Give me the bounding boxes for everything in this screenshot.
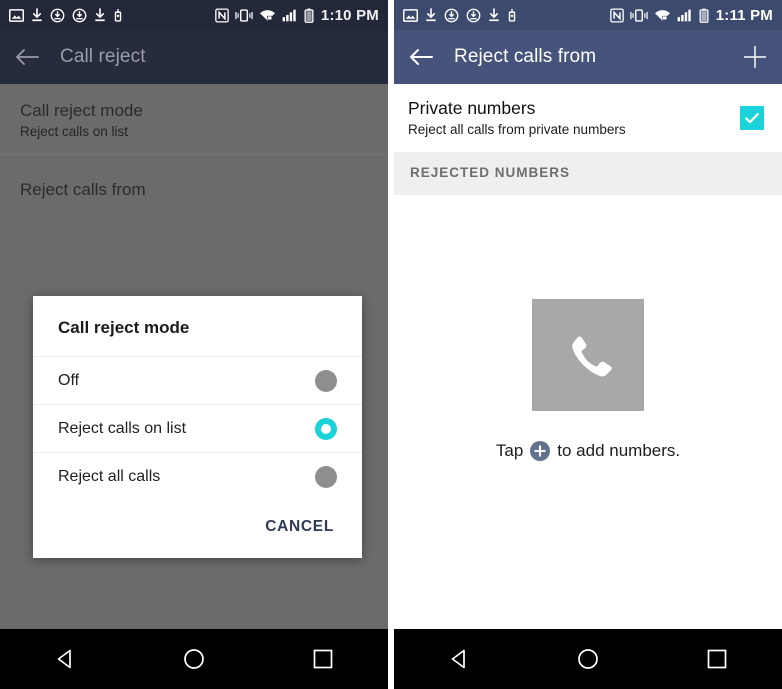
dialog-title: Call reject mode: [58, 318, 190, 337]
wifi-secure-icon: [654, 9, 670, 21]
navigation-bar-right: [394, 629, 782, 689]
status-bar-right-icons: 1:10 PM: [215, 8, 379, 23]
back-arrow-icon[interactable]: [14, 44, 40, 70]
sync-icon: [72, 8, 87, 22]
private-numbers-text: Private numbers Reject all calls from pr…: [408, 98, 626, 138]
nav-home-button[interactable]: [164, 639, 224, 679]
empty-state-text-after: to add numbers.: [557, 441, 681, 460]
app-bar-left: Call reject: [0, 30, 388, 84]
empty-state-text-before: Tap: [495, 441, 524, 460]
dialog-actions: CANCEL: [33, 500, 362, 558]
sync-icon: [50, 8, 65, 22]
status-bar-right-icons: 1:11 PM: [609, 6, 773, 24]
signal-icon: [677, 9, 691, 21]
app-bar-right: Reject calls from: [394, 30, 782, 84]
nfc-icon: [609, 8, 624, 23]
status-bar-left-icons: [9, 7, 123, 23]
status-bar-right: 1:11 PM: [394, 0, 782, 30]
nav-back-button[interactable]: [429, 639, 489, 679]
nav-home-button[interactable]: [558, 639, 618, 679]
dialog-option-label: Reject all calls: [58, 467, 161, 485]
download-icon: [32, 7, 42, 21]
reject-calls-from-body: Private numbers Reject all calls from pr…: [394, 84, 782, 629]
radio-button-unselected[interactable]: [315, 369, 337, 392]
nav-back-button[interactable]: [35, 639, 95, 679]
private-numbers-checkbox[interactable]: [740, 106, 764, 131]
navigation-bar-left: [0, 629, 388, 689]
sync-icon: [466, 8, 481, 22]
dialog-option-label: Off: [58, 371, 80, 389]
vibrate-icon: [235, 8, 253, 22]
back-arrow-icon[interactable]: [408, 44, 434, 70]
empty-state: Tap to add numbers.: [394, 299, 782, 461]
page-title: Call reject: [60, 46, 146, 67]
radio-button-unselected[interactable]: [315, 465, 337, 488]
status-bar-left-icons: [403, 7, 517, 23]
left-phone-panel: 1:10 PM Call reject Call reject mode Rej…: [0, 0, 388, 689]
section-header-label: REJECTED NUMBERS: [410, 165, 571, 181]
cancel-button[interactable]: CANCEL: [259, 514, 340, 540]
nav-recents-button[interactable]: [293, 639, 353, 679]
status-bar-left: 1:10 PM: [0, 0, 388, 30]
sync-icon: [444, 8, 459, 22]
wifi-secure-icon: [259, 9, 275, 21]
usb-icon: [508, 8, 516, 22]
private-numbers-title: Private numbers: [408, 98, 536, 118]
phone-icon: [532, 299, 644, 411]
private-numbers-row[interactable]: Private numbers Reject all calls from pr…: [394, 84, 782, 152]
usb-icon: [114, 8, 122, 22]
dialog-option-label: Reject calls on list: [58, 419, 187, 437]
setting-title: Call reject mode: [20, 101, 143, 120]
empty-state-text: Tap to add numbers.: [496, 441, 680, 461]
rejected-numbers-section-header: REJECTED NUMBERS: [394, 152, 782, 196]
download-icon: [95, 7, 105, 21]
nav-recents-button[interactable]: [687, 639, 747, 679]
status-bar-clock: 1:10 PM: [320, 6, 379, 24]
private-numbers-subtitle: Reject all calls from private numbers: [408, 122, 626, 137]
right-phone-panel: 1:11 PM Reject calls from Private number…: [394, 0, 782, 689]
status-bar-clock: 1:11 PM: [715, 6, 773, 24]
plus-icon: [530, 441, 551, 461]
download-icon: [489, 7, 499, 21]
call-reject-mode-dialog: Call reject mode Off Reject calls on lis…: [33, 296, 362, 558]
setting-reject-calls-from[interactable]: Reject calls from: [0, 155, 388, 224]
dialog-option-reject-calls-on-list[interactable]: Reject calls on list: [33, 404, 362, 452]
image-icon: [9, 8, 24, 22]
setting-title: Reject calls from: [20, 180, 146, 200]
screenshot-stage: 1:10 PM Call reject Call reject mode Rej…: [0, 0, 782, 689]
battery-icon: [699, 8, 709, 23]
dialog-option-reject-all-calls[interactable]: Reject all calls: [33, 452, 362, 500]
vibrate-icon: [630, 8, 648, 22]
call-reject-settings-list: Call reject mode Reject calls on list Re…: [0, 84, 388, 629]
setting-call-reject-mode[interactable]: Call reject mode Reject calls on list: [0, 84, 388, 154]
image-icon: [403, 8, 418, 22]
page-title: Reject calls from: [454, 46, 597, 67]
add-number-button[interactable]: [742, 44, 768, 70]
battery-icon: [304, 8, 314, 23]
setting-subtitle: Reject calls on list: [20, 124, 129, 140]
radio-button-selected[interactable]: [315, 417, 337, 440]
download-icon: [426, 7, 436, 21]
dialog-option-off[interactable]: Off: [33, 356, 362, 404]
signal-icon: [282, 9, 296, 21]
nfc-icon: [215, 8, 229, 23]
